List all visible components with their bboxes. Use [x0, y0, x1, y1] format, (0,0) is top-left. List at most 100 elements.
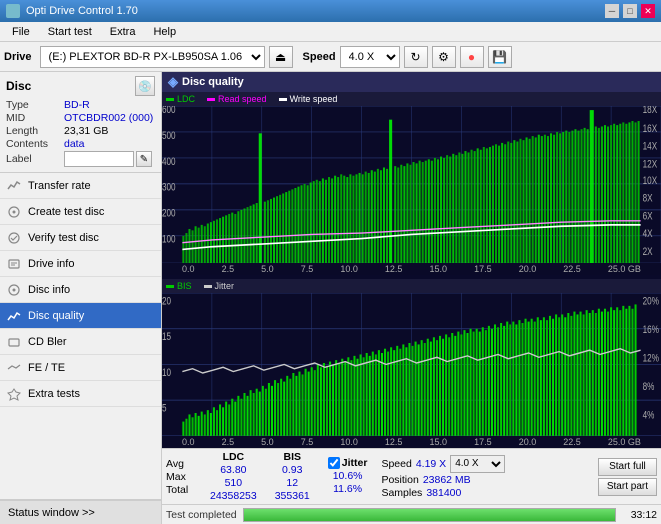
nav-label-fe-te: FE / TE	[28, 362, 65, 374]
jitter-checkbox[interactable]	[328, 457, 340, 469]
verify-test-disc-icon	[6, 230, 22, 246]
status-window-button[interactable]: Status window >>	[0, 500, 161, 524]
speed-stat-val: 4.19 X	[416, 458, 446, 470]
type-label: Type	[6, 99, 64, 111]
nav-label-transfer-rate: Transfer rate	[28, 180, 91, 192]
label-label: Label	[6, 153, 64, 165]
length-label: Length	[6, 125, 64, 137]
svg-text:200: 200	[162, 208, 176, 220]
svg-text:4X: 4X	[643, 228, 653, 240]
menu-file[interactable]: File	[4, 24, 38, 40]
start-part-button[interactable]: Start part	[598, 478, 657, 496]
drive-toolbar: Drive (E:) PLEXTOR BD-R PX-LB950SA 1.06 …	[0, 42, 661, 72]
svg-text:600: 600	[162, 106, 176, 116]
eject-button[interactable]: ⏏	[269, 46, 293, 68]
svg-text:5: 5	[162, 403, 167, 416]
nav-label-disc-info: Disc info	[28, 284, 70, 296]
stats-bar: Avg Max Total LDC 63.80 510 24358253 BIS…	[162, 448, 661, 504]
speed-label: Speed	[303, 51, 336, 63]
upper-x-axis: 0.0 2.5 5.0 7.5 10.0 12.5 15.0 17.5 20.0…	[162, 263, 661, 275]
sidebar-item-create-test-disc[interactable]: Create test disc	[0, 199, 161, 225]
legend-jitter: Jitter	[204, 281, 235, 291]
lower-x-axis: 0.0 2.5 5.0 7.5 10.0 12.5 15.0 17.5 20.0…	[162, 436, 661, 448]
svg-text:18X: 18X	[643, 106, 658, 116]
main-layout: Disc 💿 Type BD-R MID OTCBDR002 (000) Len…	[0, 72, 661, 524]
progress-bar-container: Test completed 33:12	[162, 504, 661, 524]
legend-bis: BIS	[166, 281, 192, 291]
content-area: ◈ Disc quality LDC Read speed Write spee…	[162, 72, 661, 524]
refresh-button[interactable]: ↻	[404, 46, 428, 68]
svg-text:100: 100	[162, 234, 176, 246]
minimize-button[interactable]: ─	[605, 4, 619, 18]
menu-bar: File Start test Extra Help	[0, 22, 661, 42]
save-button[interactable]: 💾	[488, 46, 512, 68]
svg-text:8X: 8X	[643, 193, 653, 205]
total-label: Total	[166, 484, 200, 496]
menu-help[interactable]: Help	[145, 24, 184, 40]
nav-label-verify-test-disc: Verify test disc	[28, 232, 99, 244]
fe-te-icon	[6, 360, 22, 376]
upper-chart-svg: 600 500 400 300 200 100 18X 16X 14X 12X …	[162, 106, 661, 263]
disc-info-button[interactable]: 💿	[135, 76, 155, 96]
lower-chart-block: 20 15 10 5 20% 16% 12% 8% 4%	[162, 293, 661, 436]
svg-text:15: 15	[162, 331, 171, 344]
svg-text:2X: 2X	[643, 246, 653, 258]
settings-button[interactable]: ⚙	[432, 46, 456, 68]
sidebar-item-verify-test-disc[interactable]: Verify test disc	[0, 225, 161, 251]
start-full-button[interactable]: Start full	[598, 458, 657, 476]
label-edit-button[interactable]: ✎	[136, 151, 152, 167]
upper-chart-block: 600 500 400 300 200 100 18X 16X 14X 12X …	[162, 106, 661, 263]
sidebar-item-extra-tests[interactable]: Extra tests	[0, 381, 161, 407]
svg-text:500: 500	[162, 130, 176, 142]
legend-write-speed: Write speed	[279, 94, 338, 104]
jitter-col-header: Jitter	[342, 457, 368, 469]
close-button[interactable]: ✕	[641, 4, 655, 18]
mid-label: MID	[6, 112, 64, 124]
legend-ldc-label: LDC	[177, 94, 195, 104]
legend-jitter-label: Jitter	[215, 281, 235, 291]
sidebar-item-disc-quality[interactable]: Disc quality	[0, 303, 161, 329]
nav-label-extra-tests: Extra tests	[28, 388, 80, 400]
sidebar-item-cd-bler[interactable]: CD Bler	[0, 329, 161, 355]
svg-text:12X: 12X	[643, 158, 658, 170]
menu-start-test[interactable]: Start test	[40, 24, 100, 40]
sidebar-item-fe-te[interactable]: FE / TE	[0, 355, 161, 381]
app-title: Opti Drive Control 1.70	[26, 5, 138, 17]
app-icon	[6, 4, 20, 18]
jitter-max: 11.6%	[333, 483, 362, 495]
svg-text:16X: 16X	[643, 123, 658, 135]
legend-read-speed: Read speed	[207, 94, 267, 104]
sidebar-item-disc-info[interactable]: Disc info	[0, 277, 161, 303]
jitter-avg: 10.6%	[333, 470, 363, 482]
menu-extra[interactable]: Extra	[102, 24, 144, 40]
ldc-avg: 63.80	[220, 464, 246, 476]
type-value: BD-R	[64, 99, 155, 111]
maximize-button[interactable]: □	[623, 4, 637, 18]
legend-ldc: LDC	[166, 94, 195, 104]
bis-avg: 0.93	[282, 464, 302, 476]
transfer-rate-icon	[6, 178, 22, 194]
speed-select[interactable]: 4.0 X	[340, 46, 400, 68]
disc-info-icon	[6, 282, 22, 298]
drive-select[interactable]: (E:) PLEXTOR BD-R PX-LB950SA 1.06	[40, 46, 265, 68]
ldc-max: 510	[225, 477, 243, 489]
cd-bler-icon	[6, 334, 22, 350]
drive-info-icon	[6, 256, 22, 272]
svg-text:8%: 8%	[643, 381, 655, 394]
chart-header-icon: ◈	[168, 74, 178, 90]
nav-label-drive-info: Drive info	[28, 258, 74, 270]
svg-text:20%: 20%	[643, 295, 659, 308]
speed-stat-label: Speed	[381, 458, 411, 470]
mid-value: OTCBDR002 (000)	[64, 112, 155, 124]
position-val: 23862 MB	[423, 474, 471, 486]
nav-label-create-test-disc: Create test disc	[28, 206, 104, 218]
ldc-total: 24358253	[210, 490, 257, 502]
color-button[interactable]: ●	[460, 46, 484, 68]
ldc-col-header: LDC	[223, 451, 245, 463]
lower-chart-svg: 20 15 10 5 20% 16% 12% 8% 4%	[162, 293, 661, 436]
speed-stat-select[interactable]: 4.0 X	[450, 455, 505, 473]
svg-text:10X: 10X	[643, 175, 658, 187]
sidebar-item-drive-info[interactable]: Drive info	[0, 251, 161, 277]
label-input[interactable]	[64, 151, 134, 167]
sidebar-item-transfer-rate[interactable]: Transfer rate	[0, 173, 161, 199]
